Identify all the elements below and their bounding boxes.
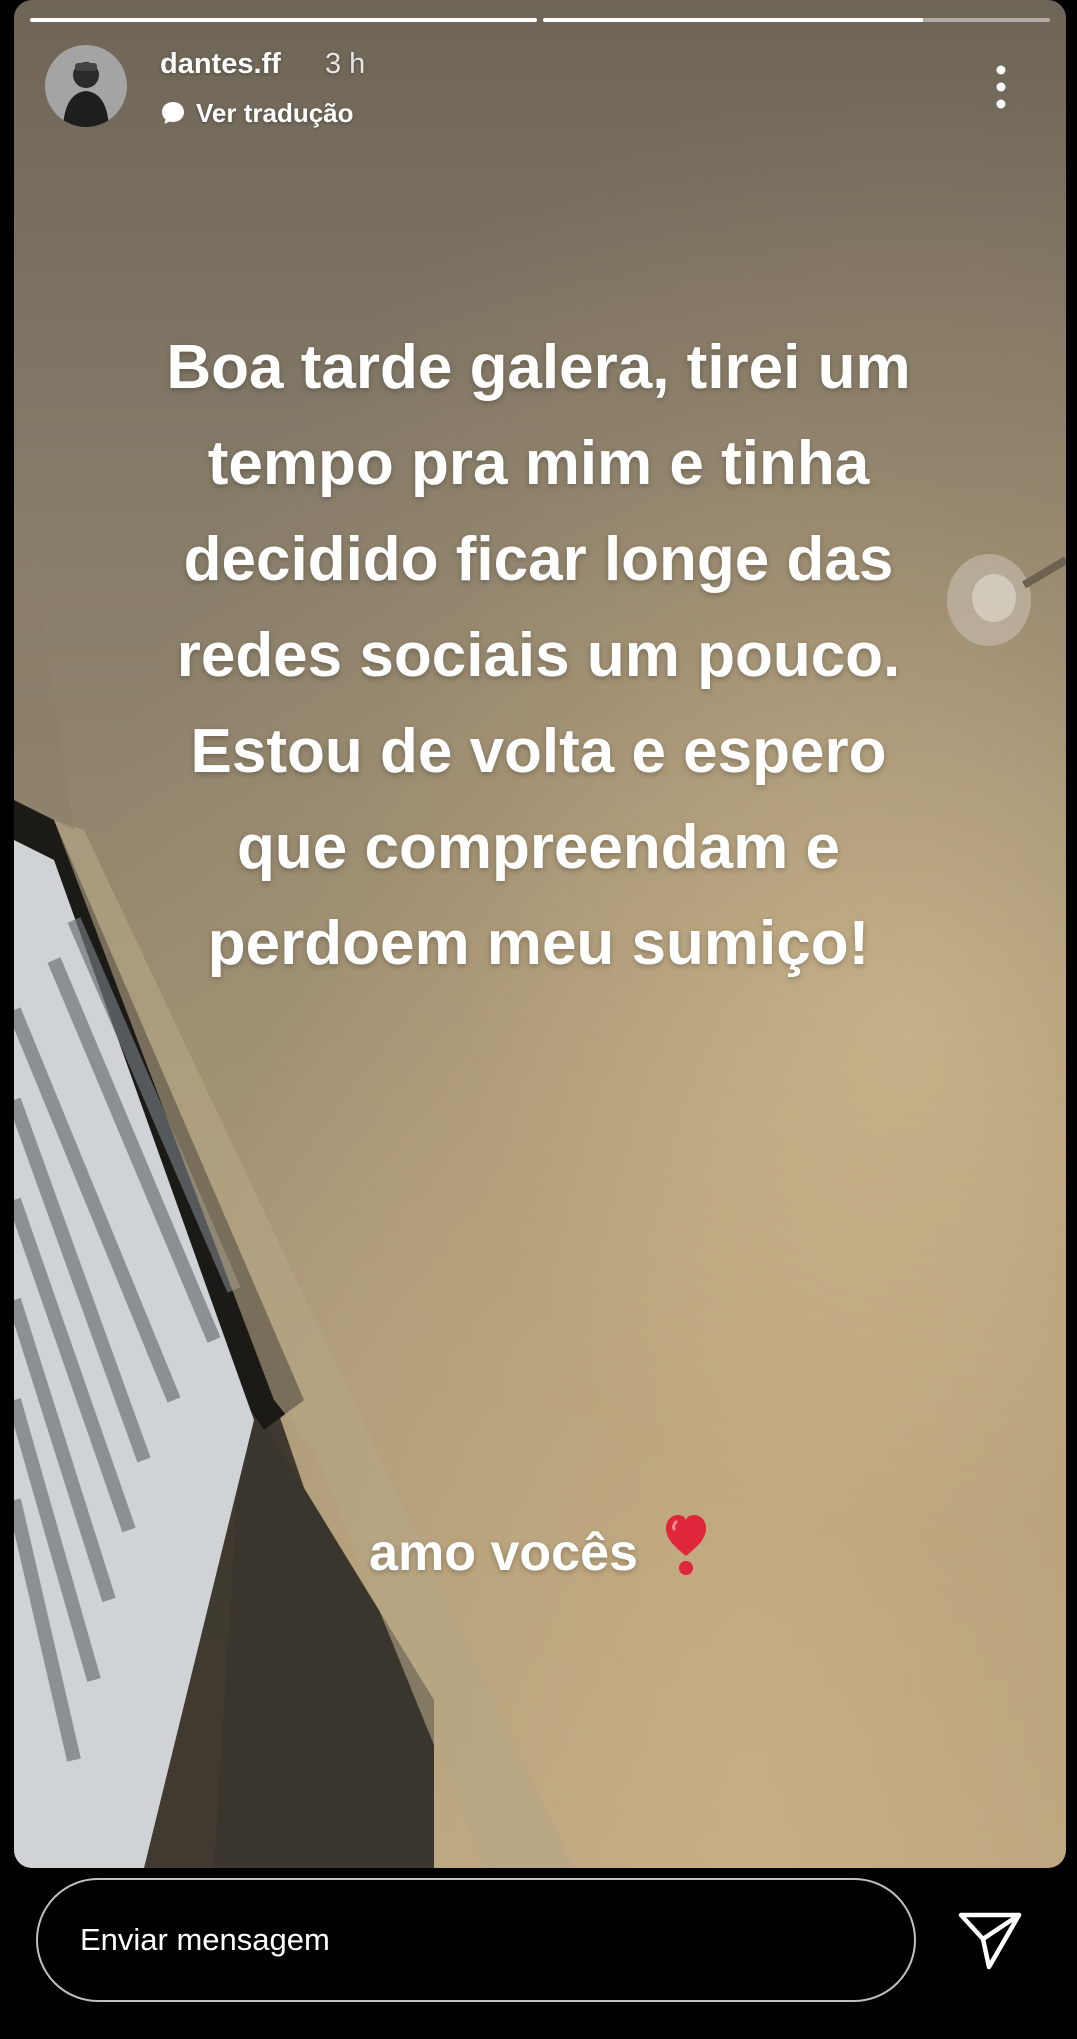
- translate-button[interactable]: Ver tradução: [160, 96, 354, 130]
- caption-line: que compreendam e: [237, 813, 840, 882]
- story-viewer: dantes.ff 3 h Ver tradução Boa tarde gal…: [0, 0, 1077, 2039]
- story-username[interactable]: dantes.ff: [160, 48, 281, 81]
- send-icon[interactable]: [955, 1905, 1025, 1975]
- avatar[interactable]: [45, 45, 127, 127]
- caption-line: redes sociais um pouco.: [176, 621, 901, 690]
- story-caption: Boa tarde galera, tirei um tempo pra mim…: [60, 320, 1017, 992]
- story-progress-1-fill: [30, 18, 537, 22]
- caption-line: tempo pra mim e tinha: [207, 429, 870, 498]
- message-input[interactable]: Enviar mensagem: [36, 1878, 916, 2002]
- avatar-icon: [45, 45, 127, 127]
- caption-line: Estou de volta e espero: [190, 717, 887, 786]
- translate-label: Ver tradução: [196, 97, 354, 128]
- story-timestamp: 3 h: [325, 48, 366, 80]
- caption-line: Boa tarde galera, tirei um: [166, 333, 911, 402]
- caption-line: perdoem meu sumiço!: [207, 909, 870, 978]
- story-progress-2-fill: [543, 18, 924, 22]
- heart-exclamation-icon: [665, 1515, 706, 1575]
- message-placeholder: Enviar mensagem: [80, 1922, 330, 1957]
- speech-bubble-icon: [162, 102, 184, 124]
- more-vertical-icon[interactable]: [986, 62, 1016, 112]
- caption-line: decidido ficar longe das: [183, 525, 894, 594]
- story-progress-2: [543, 18, 1050, 22]
- story-progress-1: [30, 18, 537, 22]
- love-text: amo vocês: [369, 1524, 638, 1582]
- love-caption: amo vocês: [0, 1512, 1077, 1583]
